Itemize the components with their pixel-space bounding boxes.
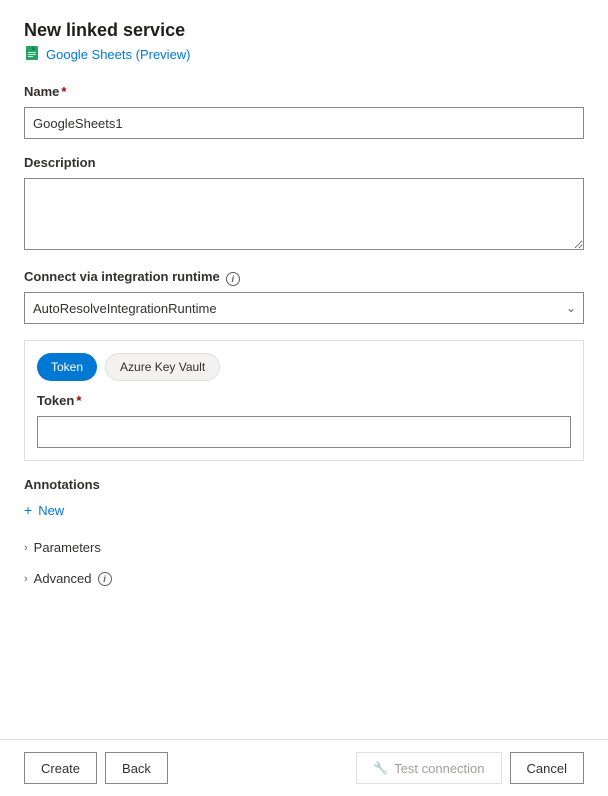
cancel-button[interactable]: Cancel (510, 752, 584, 784)
name-label: Name* (24, 84, 66, 99)
integration-runtime-select[interactable]: AutoResolveIntegrationRuntime (24, 292, 584, 324)
parameters-section[interactable]: › Parameters (24, 532, 584, 563)
advanced-info-icon[interactable]: i (98, 572, 112, 586)
wrench-icon: 🔧 (373, 761, 388, 775)
parameters-label: Parameters (34, 540, 101, 555)
token-tab[interactable]: Token (37, 353, 97, 381)
subtitle-text: Google Sheets (Preview) (46, 47, 191, 62)
new-annotation-label: New (38, 503, 64, 518)
description-input[interactable] (24, 178, 584, 250)
azure-key-vault-tab[interactable]: Azure Key Vault (105, 353, 220, 381)
plus-icon: + (24, 502, 32, 518)
advanced-chevron-icon: › (24, 573, 28, 585)
integration-runtime-label: Connect via integration runtime (24, 269, 220, 284)
google-sheets-icon (24, 45, 40, 64)
integration-runtime-info-icon[interactable]: i (226, 272, 240, 286)
name-input[interactable] (24, 107, 584, 139)
test-connection-label: Test connection (394, 761, 484, 776)
advanced-label: Advanced (34, 571, 92, 586)
annotations-label: Annotations (24, 477, 584, 492)
add-annotation-button[interactable]: + New (24, 500, 584, 520)
parameters-chevron-icon: › (24, 542, 28, 554)
token-input[interactable] (37, 416, 571, 448)
advanced-section[interactable]: › Advanced i (24, 563, 584, 594)
create-button[interactable]: Create (24, 752, 97, 784)
token-field-label: Token* (37, 393, 81, 408)
page-title: New linked service (24, 20, 584, 41)
back-button[interactable]: Back (105, 752, 168, 784)
description-label: Description (24, 155, 96, 170)
test-connection-button[interactable]: 🔧 Test connection (356, 752, 501, 784)
